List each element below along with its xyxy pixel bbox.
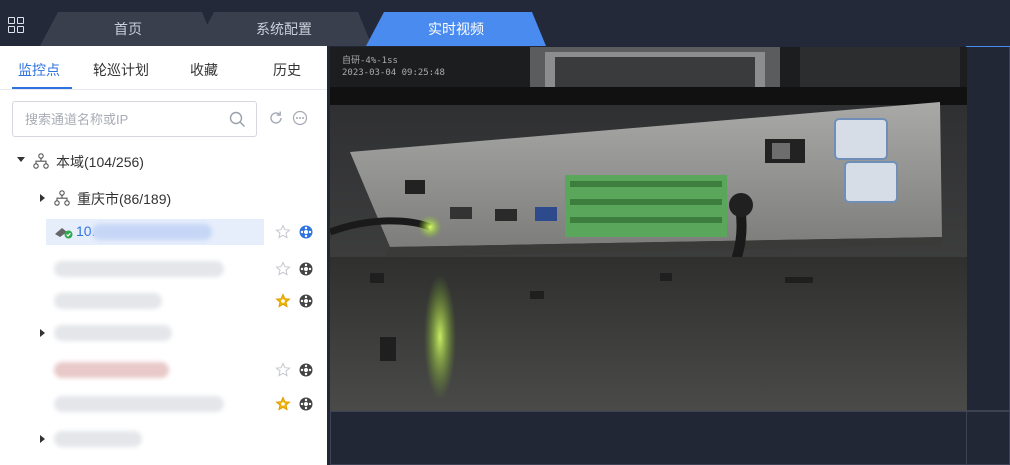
video-pane-empty[interactable] <box>966 411 1010 465</box>
tree-node-chongqing[interactable]: 重庆市(86/189) <box>0 185 327 211</box>
tab-system-config-label: 系统配置 <box>256 21 312 37</box>
refresh-icon[interactable] <box>268 110 284 126</box>
sidebar-tab-history[interactable]: 历史 <box>273 60 301 80</box>
channel-search-input[interactable] <box>25 110 215 128</box>
redacted-text <box>54 261 224 277</box>
camera-online-icon <box>55 228 73 239</box>
expand-caret-icon[interactable] <box>40 194 45 202</box>
tree-node-local-domain[interactable]: 本域(104/256) <box>0 148 327 174</box>
osd-line-2: 2023-03-04 09:25:48 <box>342 68 445 78</box>
tree-node-collapsed[interactable] <box>0 320 327 346</box>
channel-row-selected[interactable]: 10. <box>0 219 327 245</box>
redacted-text <box>54 325 172 341</box>
channel-sidebar: 监控点 轮巡计划 收藏 历史 本域(104/256) 重庆市(86/189) 1… <box>0 46 327 465</box>
app-window: 首页 系统配置 实时视频 监控点 轮巡计划 收藏 历史 本域(104/256) … <box>0 0 1010 465</box>
collapse-caret-icon[interactable] <box>17 157 25 162</box>
channel-row[interactable] <box>0 391 327 417</box>
sidebar-tab-patrol-plan[interactable]: 轮巡计划 <box>93 60 149 80</box>
favorite-star-icon[interactable] <box>275 261 291 277</box>
video-pane-empty[interactable] <box>330 411 967 465</box>
redacted-text <box>54 396 224 412</box>
tab-live-video[interactable]: 实时视频 <box>366 12 546 46</box>
active-tab-indicator <box>12 87 72 89</box>
expand-caret-icon[interactable] <box>40 435 45 443</box>
sidebar-tab-monitor-points[interactable]: 监控点 <box>18 60 60 80</box>
channel-row[interactable] <box>0 256 327 282</box>
more-options-icon[interactable] <box>292 110 308 126</box>
channel-search-box <box>12 101 257 137</box>
osd-line-1: 自研-4%-1ss <box>342 56 398 66</box>
redacted-text <box>54 293 162 309</box>
favorite-star-icon[interactable] <box>275 224 291 240</box>
playback-control-icon[interactable] <box>298 362 314 378</box>
tree-node-label: 重庆市(86/189) <box>77 191 172 207</box>
expand-caret-icon[interactable] <box>40 329 45 337</box>
network-topology-icon <box>54 190 70 206</box>
sidebar-tabs: 监控点 轮巡计划 收藏 历史 <box>0 46 327 90</box>
favorite-star-icon[interactable] <box>275 362 291 378</box>
playback-control-icon[interactable] <box>298 293 314 309</box>
live-video-frame <box>330 47 967 411</box>
playback-control-icon[interactable] <box>298 261 314 277</box>
playback-control-icon[interactable] <box>298 396 314 412</box>
top-navigation-bar: 首页 系统配置 实时视频 <box>0 0 1010 46</box>
redacted-text <box>54 362 169 378</box>
tab-home-label: 首页 <box>114 21 142 37</box>
channel-row[interactable] <box>0 357 327 383</box>
tab-home[interactable]: 首页 <box>40 12 216 46</box>
redacted-text <box>54 431 142 447</box>
network-topology-icon <box>33 153 49 169</box>
redacted-text <box>92 224 212 240</box>
channel-row[interactable] <box>0 288 327 314</box>
tab-system-config[interactable]: 系统配置 <box>196 12 372 46</box>
favorite-star-filled-icon[interactable] <box>275 293 291 309</box>
tab-live-video-label: 实时视频 <box>428 21 484 37</box>
search-icon[interactable] <box>229 111 246 128</box>
pane-border-highlight <box>966 46 1010 47</box>
video-osd-overlay: 自研-4%-1ss 2023-03-04 09:25:48 <box>342 55 445 79</box>
tree-node-collapsed[interactable] <box>0 426 327 452</box>
tree-node-label: 本域(104/256) <box>56 154 144 170</box>
live-video-pane[interactable]: 自研-4%-1ss 2023-03-04 09:25:48 <box>330 47 967 411</box>
app-menu-grid-icon[interactable] <box>8 17 24 33</box>
playback-control-icon[interactable] <box>298 224 314 240</box>
sidebar-tab-favorites[interactable]: 收藏 <box>190 60 218 80</box>
video-pane-empty[interactable] <box>966 46 1010 411</box>
favorite-star-filled-icon[interactable] <box>275 396 291 412</box>
